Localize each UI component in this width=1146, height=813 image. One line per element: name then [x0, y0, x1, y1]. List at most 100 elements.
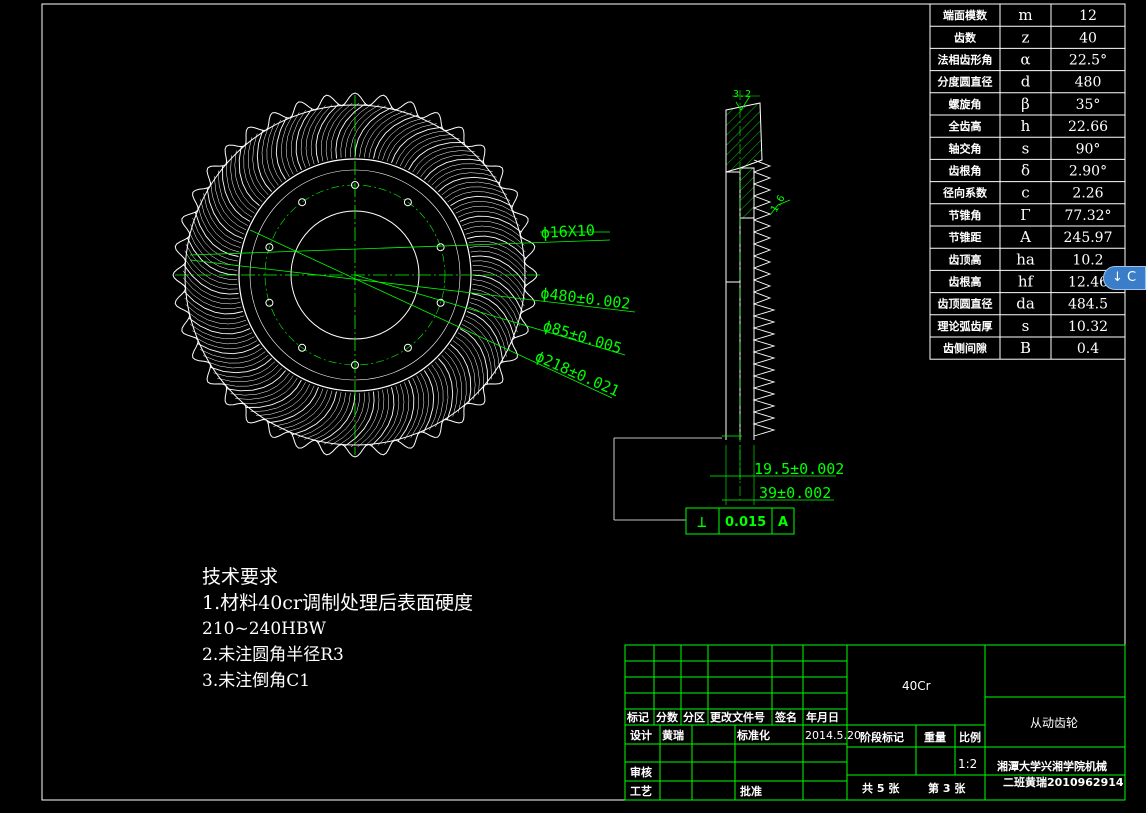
gear-tooth-line [188, 317, 251, 335]
param-symbol: da [1016, 295, 1035, 313]
bolt-hole [298, 198, 307, 207]
param-name: 节锥距 [949, 230, 982, 244]
param-value: 2.90° [1069, 163, 1107, 179]
tolerance-value: 0.015 [725, 515, 766, 530]
tb-header-cell: 分区 [683, 710, 705, 724]
gear-tooth-line [455, 205, 518, 220]
gear-tooth-line [459, 215, 522, 233]
param-name: 齿顶圆直径 [938, 297, 993, 311]
gear-tooth-line [186, 311, 248, 330]
param-value: 22.66 [1068, 119, 1108, 135]
tb-review-label: 审核 [630, 765, 652, 779]
tb-standard-label: 标准化 [736, 728, 770, 742]
tb-header-cell: 标记 [626, 710, 649, 724]
title-block-headers: 标记 分数 分区 更改文件号 签名 年月日 [626, 710, 839, 724]
tolerance-symbol: ⊥ [697, 512, 707, 531]
param-symbol: β [1021, 95, 1030, 113]
gear-tooth-line [206, 354, 269, 369]
param-value: 2.26 [1072, 186, 1103, 202]
tb-company-line2: 二班黄瑞2010962914 [1003, 775, 1124, 789]
gear-tooth-line [300, 106, 319, 168]
param-symbol: A [1019, 228, 1031, 246]
tb-header-cell: 分数 [656, 710, 679, 724]
leader-hole [189, 239, 611, 256]
dim-d85: ϕ85±0.005 [541, 317, 624, 358]
gear-tooth-line [192, 330, 255, 345]
gear-tooth-line [441, 181, 504, 196]
tb-company-line1: 湘潭大学兴湘学院机械 [997, 759, 1107, 773]
gear-tooth-line [295, 108, 313, 171]
gear-tooth-line [185, 304, 247, 325]
tb-stage-label: 阶段标记 [860, 730, 904, 744]
tb-weight-label: 重量 [924, 730, 946, 744]
param-symbol: Γ [1020, 206, 1030, 224]
dim-d218: ϕ218±0.021 [532, 347, 622, 400]
param-name: 全齿高 [948, 119, 982, 133]
tech-line3: 2.未注圆角半径R3 [202, 645, 344, 665]
tech-title: 技术要求 [202, 566, 278, 588]
tb-material: 40Cr [902, 679, 931, 693]
tb-designer: 黄瑞 [662, 728, 684, 742]
tech-line1: 1.材料40cr调制处理后表面硬度 [202, 592, 473, 614]
param-value: 0.4 [1077, 341, 1099, 357]
param-name: 分度圆直径 [938, 75, 993, 89]
param-name: 齿根角 [949, 163, 982, 177]
param-symbol: hf [1018, 272, 1035, 290]
param-name: 齿侧间隙 [943, 341, 987, 355]
gear-tooth-line [434, 361, 449, 424]
arrow-down-icon: ↓ C [1112, 270, 1137, 285]
param-name: 螺旋角 [949, 97, 982, 111]
param-symbol: s [1022, 139, 1030, 157]
gear-tooth-line [410, 375, 425, 438]
param-name: 节锥角 [949, 208, 982, 222]
param-name: 轴交角 [949, 141, 982, 155]
bolt-hole [265, 298, 274, 307]
param-name: 齿数 [954, 30, 977, 44]
gear-tooth-line [285, 112, 300, 175]
tb-sheet-no: 第 3 张 [928, 781, 966, 795]
param-symbol: s [1022, 317, 1030, 335]
param-symbol: c [1021, 184, 1029, 202]
tech-line4: 3.未注倒角C1 [202, 671, 310, 691]
scroll-down-button[interactable]: ↓ C [1103, 266, 1146, 290]
drawing-canvas: ϕ16X10 ϕ480±0.002 ϕ85±0.005 ϕ218±0.021 3… [41, 3, 1126, 801]
param-name: 齿根高 [949, 274, 982, 288]
param-value: 22.5° [1069, 52, 1107, 68]
tb-header-cell: 签名 [774, 710, 797, 724]
param-value: 90° [1076, 141, 1101, 157]
param-symbol: m [1018, 6, 1032, 24]
section-teeth-profile [752, 159, 776, 437]
section-web [739, 167, 755, 219]
tb-date: 2014.5.20 [805, 729, 861, 742]
gear-tooth-line [391, 382, 410, 444]
param-name: 理论弧齿厚 [938, 319, 993, 333]
section-hub [725, 171, 741, 283]
bolt-hole [436, 243, 445, 252]
param-value: 12 [1079, 8, 1097, 24]
tech-line2: 210~240HBW [202, 619, 326, 639]
tb-approve-label: 批准 [740, 784, 762, 798]
param-name: 径向系数 [943, 186, 988, 200]
dim-roughness-top: 3.2 [733, 89, 751, 100]
gear-tooth-line [384, 383, 405, 445]
tb-scale: 1:2 [958, 757, 977, 771]
tb-header-cell: 年月日 [806, 710, 839, 724]
param-symbol: α [1020, 50, 1030, 68]
dim-roughness-side: 1.6 [769, 193, 788, 214]
gear-tooth-line [397, 379, 415, 442]
parameter-table: 端面模数 m 12 齿数 z 40 法相齿形角 α 22.5° 分度圆直径 d 480 螺旋角 β 35° 全… [929, 3, 1126, 360]
tb-design-label: 设计 [630, 728, 652, 742]
gear-tooth-line [463, 225, 525, 246]
param-value: 35° [1076, 97, 1101, 113]
param-value: 10.2 [1072, 252, 1103, 268]
param-name: 齿顶高 [949, 252, 982, 266]
gear-tooth-line [305, 105, 326, 167]
param-value: 245.97 [1064, 230, 1113, 246]
gear-front-view [172, 92, 636, 458]
section-rim-top [725, 102, 763, 173]
tb-sheets-total: 共 5 张 [862, 781, 900, 795]
param-value: 484.5 [1068, 297, 1108, 313]
tb-part-name: 从动齿轮 [1030, 716, 1078, 730]
bolt-hole [403, 198, 412, 207]
param-symbol: B [1020, 339, 1031, 357]
